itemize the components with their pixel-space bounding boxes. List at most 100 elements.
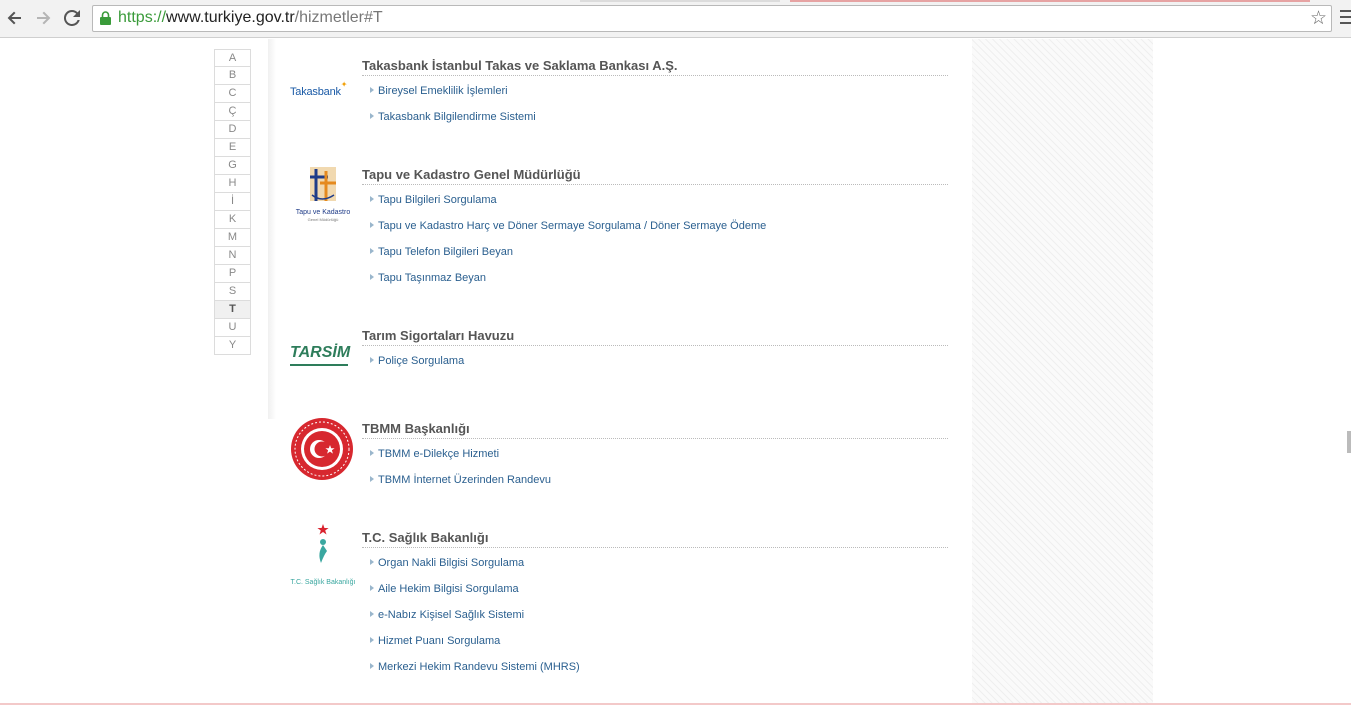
service-label[interactable]: Tapu Telefon Bilgileri Beyan — [378, 246, 513, 258]
bullet-icon — [370, 637, 374, 643]
service-label[interactable]: TBMM İnternet Üzerinden Randevu — [378, 474, 551, 486]
right-sidebar — [972, 39, 1153, 705]
service-link[interactable]: e-Nabız Kişisel Sağlık Sistemi — [362, 608, 948, 634]
address-bar[interactable]: https://www.turkiye.gov.tr/hizmetler#T ☆ — [92, 5, 1332, 32]
saglik-logo: T.C. Sağlık Bakanlığı — [290, 524, 356, 587]
bullet-icon — [370, 357, 374, 363]
hamburger-menu-icon[interactable] — [1340, 10, 1351, 26]
alphabet-letter-8[interactable]: İ — [214, 193, 251, 211]
reload-icon — [64, 10, 80, 26]
alphabet-letter-1[interactable]: B — [214, 67, 251, 85]
alphabet-letter-12[interactable]: P — [214, 265, 251, 283]
service-list: Bireysel Emeklilik İşlemleri Takasbank B… — [362, 84, 948, 136]
takasbank-logo: Takasbank✦ — [290, 80, 348, 98]
url-path: /hizmetler#T — [294, 9, 383, 26]
service-link[interactable]: Hizmet Puanı Sorgulama — [362, 634, 948, 660]
service-list: Organ Nakli Bilgisi Sorgulama Aile Hekim… — [362, 556, 948, 686]
service-link[interactable]: TBMM e-Dilekçe Hizmeti — [362, 447, 948, 473]
institution-title: Takasbank İstanbul Takas ve Saklama Bank… — [362, 58, 948, 76]
takasbank-logo-text: Takasbank — [290, 86, 341, 98]
saglik-crescent-star-icon — [304, 524, 342, 567]
forward-arrow-icon — [37, 11, 51, 25]
lock-icon — [100, 11, 111, 25]
service-link[interactable]: Tapu Bilgileri Sorgulama — [362, 193, 948, 219]
alphabet-letter-7[interactable]: H — [214, 175, 251, 193]
service-label[interactable]: Bireysel Emeklilik İşlemleri — [378, 85, 508, 97]
tarsim-logo-text: TARSİM — [290, 344, 351, 361]
alphabet-letter-4[interactable]: D — [214, 121, 251, 139]
service-link[interactable]: Tapu ve Kadastro Harç ve Döner Sermaye S… — [362, 219, 948, 245]
tapu-logo-mark-icon — [310, 167, 336, 201]
service-link[interactable]: Bireysel Emeklilik İşlemleri — [362, 84, 948, 110]
alphabet-letter-6[interactable]: G — [214, 157, 251, 175]
service-link[interactable]: Organ Nakli Bilgisi Sorgulama — [362, 556, 948, 582]
alphabet-letter-0[interactable]: A — [214, 49, 251, 67]
url-scheme: https:// — [118, 9, 167, 26]
service-list: TBMM e-Dilekçe Hizmeti TBMM İnternet Üze… — [362, 447, 948, 499]
bullet-icon — [370, 559, 374, 565]
institution-title: TBMM Başkanlığı — [362, 421, 948, 439]
service-label[interactable]: Organ Nakli Bilgisi Sorgulama — [378, 557, 524, 569]
service-label[interactable]: Tapu Bilgileri Sorgulama — [378, 194, 497, 206]
tab-strip-edge — [580, 0, 780, 2]
service-label[interactable]: Tapu ve Kadastro Harç ve Döner Sermaye S… — [378, 220, 766, 232]
page-content: ABCÇDEGHİKMNPSTUY Takasbank✦ Takasbank İ… — [0, 39, 1351, 705]
tapu-logo-text: Tapu ve Kadastro — [295, 209, 351, 216]
alphabet-letter-2[interactable]: C — [214, 85, 251, 103]
alphabet-letter-15[interactable]: U — [214, 319, 251, 337]
alphabet-letter-13[interactable]: S — [214, 283, 251, 301]
reload-button[interactable] — [61, 7, 83, 29]
service-label[interactable]: Takasbank Bilgilendirme Sistemi — [378, 111, 536, 123]
bullet-icon — [370, 450, 374, 456]
star-icon[interactable]: ☆ — [1310, 8, 1327, 28]
bullet-icon — [370, 248, 374, 254]
tbmm-seal-icon — [291, 418, 353, 480]
browser-toolbar: https://www.turkiye.gov.tr/hizmetler#T ☆ — [0, 0, 1351, 38]
tapu-kadastro-logo: Tapu ve Kadastro Genel Müdürlüğü — [290, 165, 356, 222]
tapu-logo-subtext: Genel Müdürlüğü — [307, 217, 339, 222]
service-label[interactable]: Aile Hekim Bilgisi Sorgulama — [378, 583, 519, 595]
service-list: Poliçe Sorgulama — [362, 354, 948, 380]
alphabet-nav: ABCÇDEGHİKMNPSTUY — [214, 49, 251, 355]
alphabet-letter-16[interactable]: Y — [214, 337, 251, 355]
service-link[interactable]: Merkezi Hekim Randevu Sistemi (MHRS) — [362, 660, 948, 686]
service-label[interactable]: Poliçe Sorgulama — [378, 355, 464, 367]
service-link[interactable]: Takasbank Bilgilendirme Sistemi — [362, 110, 948, 136]
tarsim-logo-strip — [290, 364, 348, 366]
service-link[interactable]: Tapu Taşınmaz Beyan — [362, 271, 948, 297]
service-label[interactable]: Tapu Taşınmaz Beyan — [378, 272, 486, 284]
alphabet-letter-5[interactable]: E — [214, 139, 251, 157]
service-link[interactable]: Tapu Telefon Bilgileri Beyan — [362, 245, 948, 271]
bullet-icon — [370, 585, 374, 591]
bullet-icon — [370, 476, 374, 482]
scrollbar-thumb[interactable] — [1347, 431, 1351, 453]
tbmm-logo — [290, 417, 356, 485]
back-button[interactable] — [4, 7, 26, 29]
alphabet-letter-10[interactable]: M — [214, 229, 251, 247]
url-text[interactable]: https://www.turkiye.gov.tr/hizmetler#T — [118, 9, 383, 27]
institution-title: T.C. Sağlık Bakanlığı — [362, 530, 948, 548]
service-label[interactable]: e-Nabız Kişisel Sağlık Sistemi — [378, 609, 524, 621]
alphabet-letter-9[interactable]: K — [214, 211, 251, 229]
bullet-icon — [370, 87, 374, 93]
alphabet-letter-14[interactable]: T — [214, 301, 251, 319]
service-list: Tapu Bilgileri Sorgulama Tapu ve Kadastr… — [362, 193, 948, 297]
bullet-icon — [370, 196, 374, 202]
forward-button[interactable] — [32, 7, 54, 29]
service-label[interactable]: TBMM e-Dilekçe Hizmeti — [378, 448, 499, 460]
tab-strip-edge-accent — [790, 0, 1310, 2]
service-label[interactable]: Merkezi Hekim Randevu Sistemi (MHRS) — [378, 661, 580, 673]
service-link[interactable]: TBMM İnternet Üzerinden Randevu — [362, 473, 948, 499]
bullet-icon — [370, 222, 374, 228]
service-link[interactable]: Aile Hekim Bilgisi Sorgulama — [362, 582, 948, 608]
alphabet-letter-11[interactable]: N — [214, 247, 251, 265]
service-label[interactable]: Hizmet Puanı Sorgulama — [378, 635, 500, 647]
bullet-icon — [370, 274, 374, 280]
alphabet-letter-3[interactable]: Ç — [214, 103, 251, 121]
back-arrow-icon — [7, 11, 21, 25]
institution-title: Tapu ve Kadastro Genel Müdürlüğü — [362, 167, 948, 185]
service-link[interactable]: Poliçe Sorgulama — [362, 354, 948, 380]
bullet-icon — [370, 113, 374, 119]
bullet-icon — [370, 611, 374, 617]
tarsim-logo: TARSİM — [290, 344, 356, 366]
